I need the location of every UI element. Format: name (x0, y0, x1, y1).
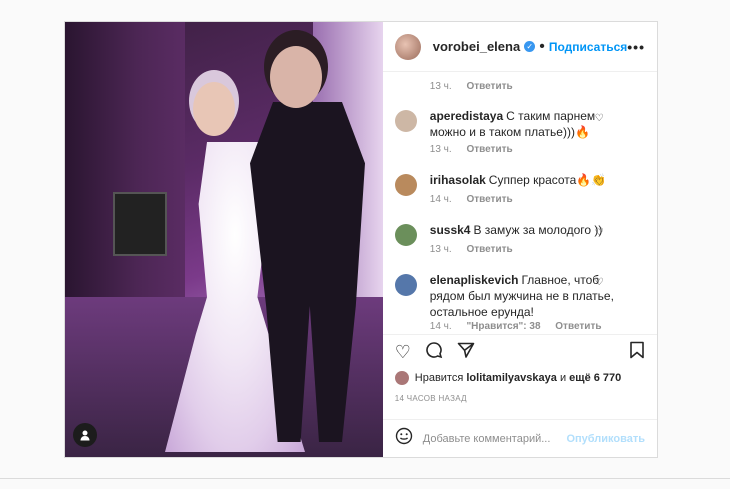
reply-button[interactable]: Ответить (466, 194, 512, 205)
commenter-avatar[interactable] (394, 274, 417, 296)
like-comment-heart-icon[interactable]: ♡ (595, 177, 604, 188)
author-username[interactable]: vorobei_elena (433, 39, 520, 54)
like-comment-heart-icon[interactable]: ♡ (595, 277, 604, 288)
comment-time: 13 ч. (429, 244, 452, 255)
comment-meta: 14 ч. "Нравится": 38 Ответить (430, 321, 614, 332)
follow-button[interactable]: Подписаться (549, 40, 627, 54)
bookmark-icon[interactable] (629, 341, 645, 362)
comment-text: sussk4 В замуж за молодого )) (430, 222, 603, 246)
emoji-smiley-icon[interactable] (395, 427, 413, 450)
author-avatar[interactable] (394, 33, 421, 60)
comment-item: irihasolak Суппер красота🔥👏 (394, 172, 617, 196)
liker-username[interactable]: lolitamilyavskaya (466, 372, 557, 384)
likes-summary: Нравится lolitamilyavskaya и ещё 6 770 (383, 368, 657, 388)
comment-body: Суппер красота🔥👏 (488, 173, 607, 187)
liker-avatar[interactable] (394, 371, 409, 385)
more-options-icon[interactable]: ••• (627, 39, 645, 55)
comment-text: aperedistaya С таким парнем можно и в так… (430, 108, 617, 140)
commenter-avatar[interactable] (394, 110, 417, 132)
comment-time: 13 ч. (429, 81, 452, 92)
likes-conjunction: и (559, 372, 567, 384)
like-heart-icon[interactable]: ♡ (395, 343, 411, 361)
commenter-avatar[interactable] (394, 174, 417, 196)
comment-item: elenapliskevich Главное, чтоб рядом был м… (394, 272, 617, 320)
page-footer-divider (0, 478, 730, 489)
post-header: vorobei_elena ✓ • Подписаться ••• (382, 22, 657, 72)
publish-button[interactable]: Опубликовать (566, 433, 645, 445)
likes-count[interactable]: ещё 6 770 (569, 372, 621, 384)
comment-time: 13 ч. (429, 144, 452, 155)
reply-button[interactable]: Ответить (466, 81, 512, 92)
separator-dot: • (539, 37, 545, 55)
commenter-avatar[interactable] (394, 224, 417, 246)
post-sidebar: vorobei_elena ✓ • Подписаться ••• 13 ч. … (382, 22, 657, 457)
commenter-username[interactable]: aperedistaya (430, 109, 503, 123)
like-comment-heart-icon[interactable]: ♡ (595, 227, 604, 238)
share-paper-plane-icon[interactable] (457, 341, 475, 362)
comment-item: aperedistaya С таким парнем можно и в так… (394, 108, 617, 140)
add-comment-bar: Добавьте комментарий... Опубликовать (382, 419, 657, 457)
comment-bubble-icon[interactable] (425, 341, 443, 362)
post-actions: ♡ (382, 334, 657, 368)
comment-meta: 13 ч. Ответить (430, 81, 525, 92)
photo-man-head (270, 46, 322, 108)
likes-prefix: Нравится (414, 372, 464, 384)
comment-text: irihasolak Суппер красота🔥👏 (430, 172, 606, 196)
verified-icon: ✓ (524, 41, 536, 52)
commenter-username[interactable]: irihasolak (430, 173, 486, 187)
reply-button[interactable]: Ответить (555, 321, 601, 332)
like-comment-heart-icon[interactable]: ♡ (595, 113, 604, 124)
commenter-username[interactable]: elenapliskevich (430, 273, 519, 287)
comment-meta: 14 ч. Ответить (430, 194, 525, 205)
comment-likes-count[interactable]: "Нравится": 38 (466, 321, 540, 332)
comments-list[interactable]: 13 ч. Ответить aperedistaya С таким парне… (383, 72, 657, 334)
photo-curtain (65, 22, 185, 302)
post-timestamp[interactable]: 14 ЧАСОВ НАЗАД (383, 388, 657, 403)
comment-meta: 13 ч. Ответить (430, 244, 525, 255)
comment-meta: 13 ч. Ответить (430, 144, 525, 155)
photo-woman-head (193, 82, 235, 136)
comment-item: sussk4 В замуж за молодого )) (394, 222, 617, 246)
comment-time: 14 ч. (429, 194, 452, 205)
comment-text: elenapliskevich Главное, чтоб рядом был м… (430, 272, 617, 320)
photo-amplifier (113, 192, 167, 256)
reply-button[interactable]: Ответить (466, 144, 512, 155)
post-photo[interactable] (65, 22, 383, 457)
reply-button[interactable]: Ответить (466, 244, 512, 255)
comment-time: 14 ч. (429, 321, 452, 332)
commenter-username[interactable]: sussk4 (430, 223, 471, 237)
comment-input[interactable]: Добавьте комментарий... (423, 433, 567, 445)
tagged-users-icon[interactable] (73, 423, 97, 447)
comment-body: В замуж за молодого )) (473, 223, 603, 237)
instagram-post: vorobei_elena ✓ • Подписаться ••• 13 ч. … (64, 21, 658, 458)
